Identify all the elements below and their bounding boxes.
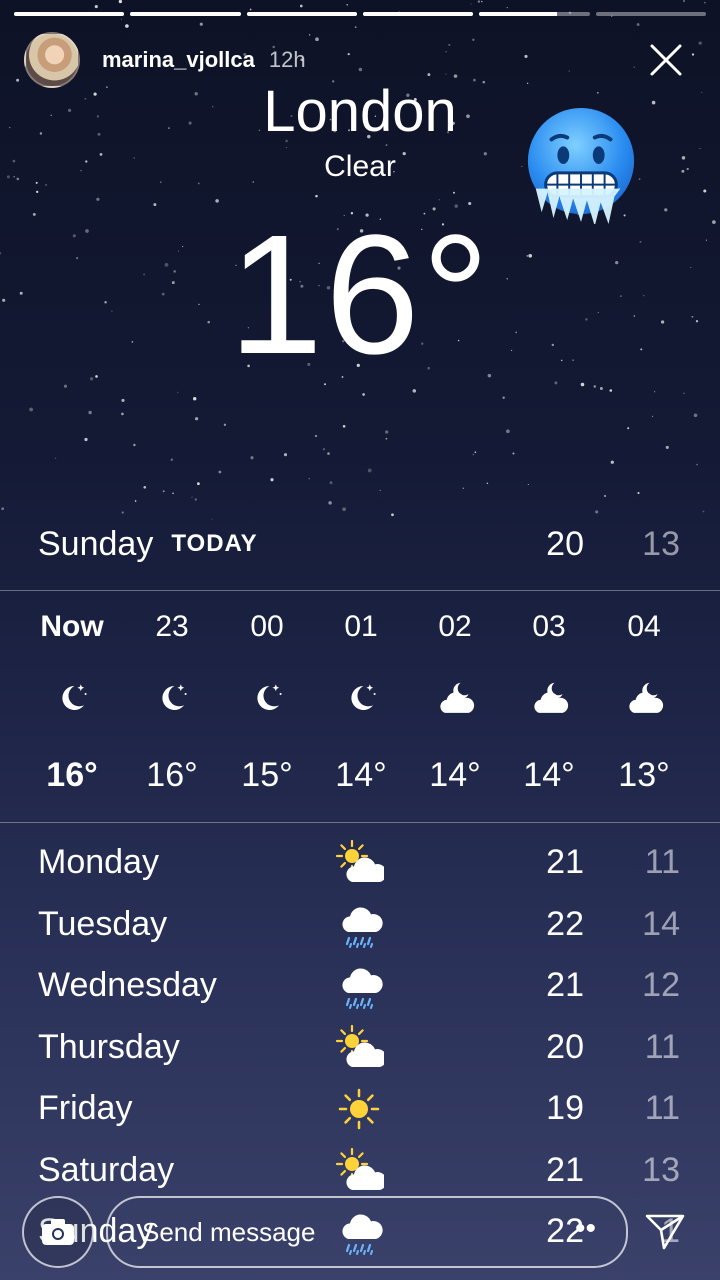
hourly-temp: 14° — [429, 756, 481, 794]
today-high: 20 — [546, 524, 584, 563]
reply-bar: Send message •• — [20, 1196, 700, 1268]
camera-button[interactable] — [22, 1196, 94, 1268]
freezing-face-sticker[interactable] — [522, 106, 640, 224]
daily-row: Thursday 20 11 — [38, 1017, 680, 1079]
daily-icon-wrap — [334, 838, 387, 888]
current-temperature: 16° — [228, 200, 492, 390]
daily-high: 21 — [546, 966, 584, 1005]
sun-icon — [338, 1088, 380, 1130]
hourly-temp: 13° — [618, 756, 670, 794]
post-time: 12h — [268, 47, 306, 72]
daily-day: Thursday — [38, 1027, 180, 1066]
hourly-time: 02 — [438, 610, 472, 643]
daily-low: 14 — [642, 904, 680, 943]
moon-icon — [62, 684, 87, 710]
hourly-icon-wrap — [624, 678, 664, 718]
hourly-icon-wrap — [529, 678, 569, 718]
hourly-temp: 15° — [241, 756, 293, 794]
divider — [0, 822, 720, 823]
daily-icon-wrap — [334, 961, 384, 1011]
moon-icon — [351, 684, 376, 710]
daily-low: 11 — [644, 843, 680, 882]
hourly-icon-wrap — [341, 678, 381, 718]
daily-low: 11 — [644, 1089, 680, 1128]
daily-low: 11 — [644, 1027, 680, 1066]
daily-high: 22 — [546, 904, 584, 943]
daily-day: Saturday — [38, 1150, 175, 1189]
daily-low: 13 — [642, 1150, 680, 1189]
partly-sunny-icon — [335, 1147, 387, 1190]
daily-row: Tuesday 22 14 — [38, 894, 680, 956]
partly-cloudy-night-icon — [534, 682, 569, 713]
daily-icon-wrap — [334, 900, 384, 950]
today-row: Sunday TODAY 20 13 — [38, 522, 680, 566]
hourly-icon-wrap — [247, 678, 287, 718]
hourly-icon-wrap — [435, 678, 475, 718]
hourly-forecast[interactable]: Now 16° 23 16° 00 15° 01 14° 02 14° 03 14° 04 13° — [0, 592, 720, 822]
more-options-icon[interactable]: •• — [575, 1212, 596, 1246]
camera-icon — [42, 1219, 74, 1245]
daily-high: 21 — [546, 1150, 584, 1189]
hourly-time: 03 — [532, 610, 566, 643]
send-message-input[interactable]: Send message •• — [106, 1196, 628, 1268]
daily-high: 20 — [546, 1027, 584, 1066]
daily-icon-wrap — [334, 1084, 384, 1134]
moon-icon — [162, 684, 187, 710]
today-low: 13 — [642, 524, 680, 563]
partly-cloudy-night-icon — [629, 682, 664, 713]
moon-icon — [257, 684, 282, 710]
daily-day: Wednesday — [38, 966, 217, 1005]
partly-cloudy-night-icon — [440, 682, 475, 713]
hourly-temp: 16° — [46, 756, 98, 794]
send-icon[interactable] — [644, 1210, 686, 1252]
daily-day: Monday — [38, 843, 159, 882]
rain-icon — [342, 968, 383, 1009]
hourly-icon-wrap — [152, 678, 192, 718]
story-progress-segment — [595, 12, 706, 16]
daily-row: Wednesday 21 12 — [38, 955, 680, 1017]
rain-icon — [342, 907, 383, 948]
username[interactable]: marina_vjollca — [102, 47, 255, 73]
daily-day: Friday — [38, 1089, 133, 1128]
story-progress-bar — [14, 12, 706, 16]
daily-low: 12 — [642, 966, 680, 1005]
daily-row: Friday 19 11 — [38, 1078, 680, 1140]
story-progress-segment — [479, 12, 590, 16]
hourly-icon-wrap — [52, 678, 92, 718]
hourly-time: 00 — [250, 610, 284, 643]
today-day: Sunday — [38, 524, 154, 563]
hourly-temp: 14° — [335, 756, 387, 794]
daily-high: 19 — [546, 1089, 584, 1128]
hourly-temp: 16° — [146, 756, 198, 794]
story-progress-segment — [362, 12, 474, 16]
daily-row: Saturday 21 13 — [38, 1140, 680, 1202]
hourly-time: 01 — [344, 610, 378, 643]
message-placeholder: Send message — [142, 1216, 316, 1247]
hourly-time: Now — [40, 610, 104, 643]
hourly-time: 23 — [155, 610, 189, 643]
hourly-temp: 14° — [523, 756, 575, 794]
story-progress-segment — [130, 12, 241, 16]
partly-sunny-icon — [335, 839, 387, 882]
daily-row: Monday 21 11 — [38, 832, 680, 894]
today-tag: TODAY — [171, 530, 258, 557]
daily-day: Tuesday — [38, 904, 168, 943]
close-icon[interactable] — [646, 40, 686, 80]
story-progress-segment — [14, 12, 125, 16]
partly-sunny-icon — [335, 1024, 387, 1067]
daily-icon-wrap — [334, 1146, 387, 1196]
hourly-time: 04 — [627, 610, 661, 643]
story-progress-segment — [246, 12, 357, 16]
divider — [0, 590, 720, 591]
daily-icon-wrap — [334, 1023, 387, 1073]
daily-high: 21 — [546, 843, 584, 882]
